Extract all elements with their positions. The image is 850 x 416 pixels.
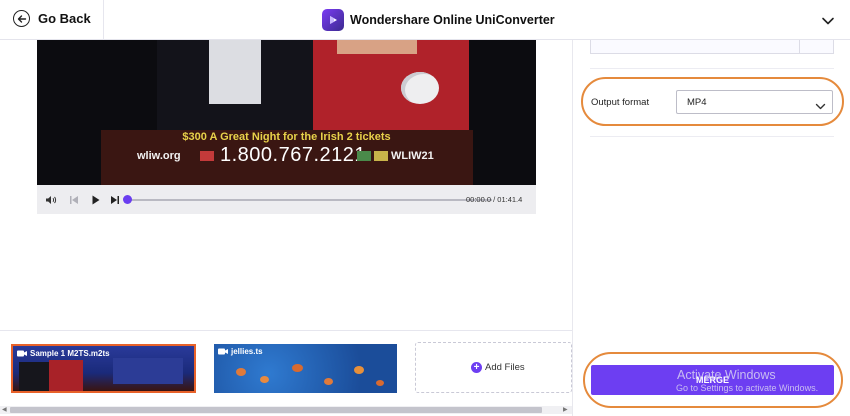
chevron-down-icon xyxy=(815,98,826,116)
brand: Wondershare Online UniConverter xyxy=(322,9,555,31)
seek-handle[interactable] xyxy=(123,195,132,204)
player-controls: 00:00.0 / 01:41.4 xyxy=(37,185,536,214)
header-divider xyxy=(103,0,104,40)
play-icon[interactable] xyxy=(91,193,101,211)
video-file-icon xyxy=(218,348,228,355)
video-phone: 1.800.767.2121 xyxy=(220,144,367,166)
activate-windows-subtitle: Go to Settings to activate Windows. xyxy=(676,383,819,393)
app-window: Go Back Wondershare Online UniConverter … xyxy=(0,0,850,416)
settings-panel: Output format MP4 MERGE Activate Windows… xyxy=(572,40,850,416)
divider xyxy=(590,136,834,137)
app-logo-icon xyxy=(322,9,344,31)
back-arrow-icon xyxy=(13,10,30,27)
horizontal-scrollbar[interactable]: ◀ ▶ xyxy=(0,406,572,414)
add-files-label: Add Files xyxy=(485,362,525,373)
skip-back-icon[interactable] xyxy=(69,193,79,211)
top-header: Go Back Wondershare Online UniConverter xyxy=(0,0,850,40)
chevron-down-icon[interactable] xyxy=(821,13,835,31)
time-display: 00:00.0 / 01:41.4 xyxy=(466,195,523,204)
settings-box-top xyxy=(590,40,834,54)
go-back-button[interactable]: Go Back xyxy=(13,10,91,27)
go-back-label: Go Back xyxy=(38,11,91,26)
skip-forward-icon[interactable] xyxy=(110,193,120,211)
output-format-label: Output format xyxy=(591,97,650,108)
video-frame: $300 A Great Night for the Irish 2 ticke… xyxy=(37,40,536,185)
add-files-button[interactable]: + Add Files xyxy=(415,342,572,393)
video-site: wliw.org xyxy=(137,150,181,162)
scroll-right-icon[interactable]: ▶ xyxy=(563,406,568,414)
output-format-select[interactable]: MP4 xyxy=(676,90,833,114)
clip-strip: Sample 1 M2TS.m2ts jellies.ts + Add File… xyxy=(0,330,572,416)
volume-icon[interactable] xyxy=(45,193,57,211)
video-station: WLIW21 xyxy=(391,150,434,162)
clip-thumbnail-selected[interactable]: Sample 1 M2TS.m2ts xyxy=(11,344,196,393)
scrollbar-thumb[interactable] xyxy=(10,407,542,413)
divider xyxy=(590,68,834,69)
scroll-left-icon[interactable]: ◀ xyxy=(2,406,7,414)
clip-name: jellies.ts xyxy=(231,347,263,356)
plus-icon: + xyxy=(471,362,482,373)
activate-windows-title: Activate Windows xyxy=(677,368,776,382)
video-caption: $300 A Great Night for the Irish 2 ticke… xyxy=(182,131,391,143)
video-file-icon xyxy=(17,350,27,357)
clip-name: Sample 1 M2TS.m2ts xyxy=(30,349,110,358)
output-format-value: MP4 xyxy=(687,97,707,108)
clip-thumbnail[interactable]: jellies.ts xyxy=(214,344,397,393)
seek-track[interactable] xyxy=(127,199,492,201)
app-title: Wondershare Online UniConverter xyxy=(350,13,555,27)
